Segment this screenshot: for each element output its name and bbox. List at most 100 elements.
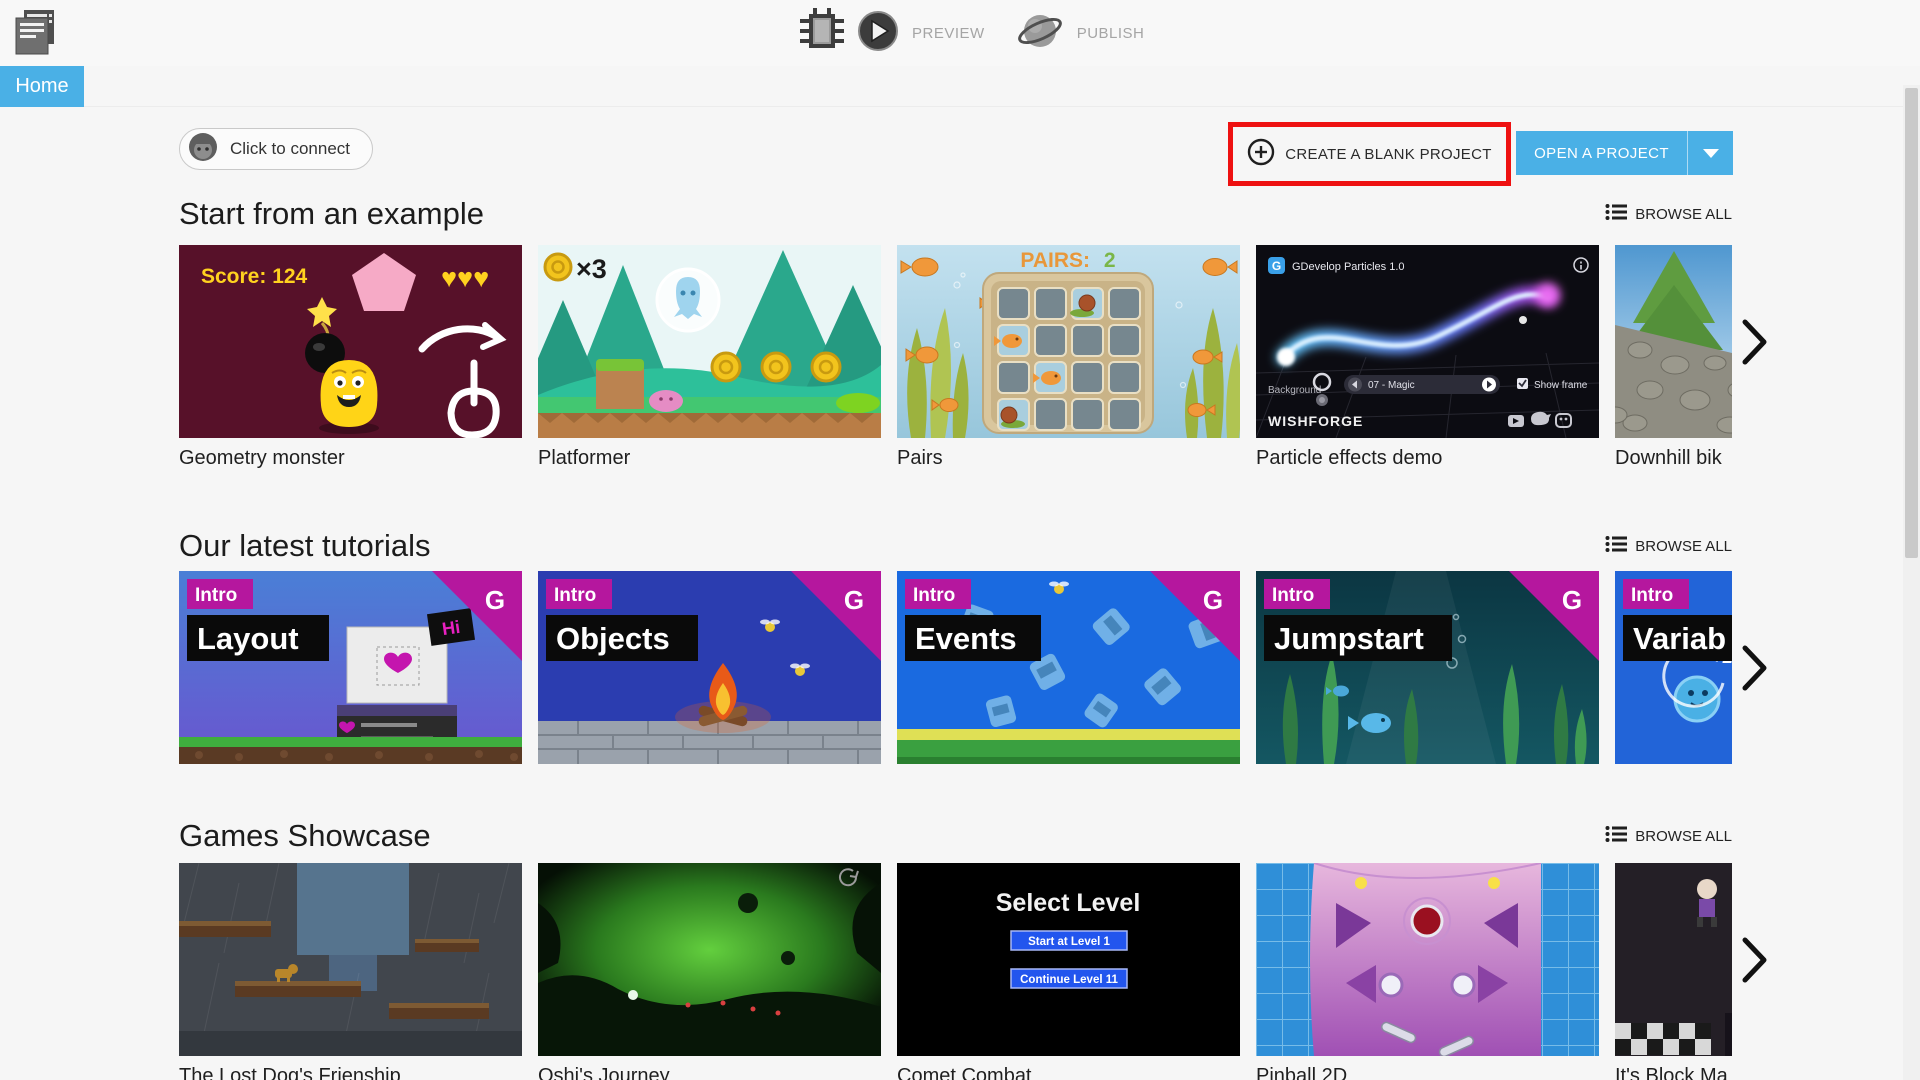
svg-text:Score: 124: Score: 124 <box>201 265 308 288</box>
examples-scroll-right-chevron[interactable] <box>1742 319 1768 370</box>
svg-text:G: G <box>1203 585 1223 615</box>
svg-text:×3: ×3 <box>576 254 607 284</box>
pairs-thumbnail: PAIRS: 2 <box>897 245 1240 438</box>
showcase-card-comet[interactable]: Select Level Start at Level 1 Continue L… <box>897 863 1240 1080</box>
svg-text:Intro: Intro <box>1631 585 1673 606</box>
preview-play-icon[interactable] <box>858 10 898 56</box>
publish-planet-icon[interactable] <box>1017 10 1063 57</box>
svg-text:Objects: Objects <box>556 621 670 656</box>
scrollbar-track[interactable] <box>1903 85 1920 1080</box>
showcase-section-header: Games Showcase BROWSE ALL <box>179 818 1732 854</box>
showcase-card-oshi[interactable]: Oshi's Journey <box>538 863 881 1080</box>
svg-text:GDevelop Particles 1.0: GDevelop Particles 1.0 <box>1292 261 1405 273</box>
examples-title: Start from an example <box>179 196 484 231</box>
tutorial-card-objects[interactable]: G Intro Objects <box>538 571 881 764</box>
main-toolbar: PREVIEW PUBLISH <box>800 0 1162 66</box>
list-icon <box>1605 535 1628 557</box>
card-title: Particle effects demo <box>1256 447 1443 469</box>
examples-browse-all[interactable]: BROWSE ALL <box>1605 203 1732 225</box>
tutorial-layout-thumbnail: Hi G Intro Layout <box>179 571 522 764</box>
tutorial-events-thumbnail: G Intro Events <box>897 571 1240 764</box>
svg-text:07 - Magic: 07 - Magic <box>1368 380 1415 391</box>
tutorials-scroll-right-chevron[interactable] <box>1742 645 1768 696</box>
create-blank-project-button[interactable]: CREATE A BLANK PROJECT <box>1247 138 1491 170</box>
showcase-card-lost-dog[interactable]: The Lost Dog's Frienship <box>179 863 522 1080</box>
example-card-platformer[interactable]: ×3 Platformer <box>538 245 881 470</box>
preview-label[interactable]: PREVIEW <box>912 25 985 42</box>
browse-all-label: BROWSE ALL <box>1635 827 1732 845</box>
card-title: It's Block Ma <box>1615 1065 1728 1080</box>
svg-text:Intro: Intro <box>913 585 955 606</box>
svg-text:WISHFORGE: WISHFORGE <box>1268 413 1363 429</box>
showcase-card-strip: The Lost Dog's Frienship Oshi's Journey … <box>179 863 1732 1080</box>
svg-text:Continue Level 11: Continue Level 11 <box>1020 974 1118 986</box>
tutorial-objects-thumbnail: G Intro Objects <box>538 571 881 764</box>
connect-button[interactable]: Click to connect <box>179 128 373 170</box>
plus-circle-icon <box>1247 138 1275 170</box>
showcase-browse-all[interactable]: BROWSE ALL <box>1605 825 1732 847</box>
card-title: Pinball 2D <box>1256 1065 1348 1080</box>
showcase-scroll-right-chevron[interactable] <box>1742 937 1768 988</box>
tutorial-card-jumpstart[interactable]: G Intro Jumpstart <box>1256 571 1599 764</box>
svg-text:Layout: Layout <box>197 621 299 656</box>
scrollbar-thumb[interactable] <box>1905 88 1918 558</box>
debug-icon[interactable] <box>800 7 844 59</box>
card-title: Downhill bik <box>1615 447 1722 469</box>
app-header: PREVIEW PUBLISH <box>0 0 1920 66</box>
card-title: The Lost Dog's Frienship <box>179 1065 401 1080</box>
showcase-card-pinball[interactable]: Pinball 2D <box>1256 863 1599 1080</box>
create-blank-label: CREATE A BLANK PROJECT <box>1285 145 1492 163</box>
svg-text:Start at Level 1: Start at Level 1 <box>1028 936 1110 948</box>
tab-home[interactable]: Home <box>0 66 84 107</box>
svg-text:Select Level: Select Level <box>996 889 1141 917</box>
examples-section-header: Start from an example BROWSE ALL <box>179 196 1732 232</box>
tutorial-variables-thumbnail: +1 G Intro Variab <box>1615 571 1732 764</box>
showcase-title: Games Showcase <box>179 818 431 853</box>
open-project-dropdown[interactable] <box>1687 131 1733 175</box>
card-title: Geometry monster <box>179 447 345 469</box>
platformer-thumbnail: ×3 <box>538 245 881 438</box>
tutorial-card-layout[interactable]: Hi G Intro Layout <box>179 571 522 764</box>
svg-text:Jumpstart: Jumpstart <box>1274 621 1424 656</box>
example-card-particle-effects[interactable]: G GDevelop Particles 1.0 Background 07 -… <box>1256 245 1599 470</box>
card-title: Platformer <box>538 447 631 469</box>
tab-bar: Home <box>0 66 1920 107</box>
example-card-downhill[interactable]: G Downhill bik <box>1615 245 1732 470</box>
project-manager-icon[interactable] <box>12 8 58 56</box>
svg-text:Events: Events <box>915 621 1017 656</box>
svg-text:G: G <box>485 585 505 615</box>
open-project-button[interactable]: OPEN A PROJECT <box>1516 131 1733 175</box>
tutorial-card-variables[interactable]: +1 G Intro Variab <box>1615 571 1732 764</box>
chevron-down-icon <box>1702 148 1719 158</box>
card-title: Comet Combat <box>897 1065 1032 1080</box>
blockman-thumbnail: BLOCKS <box>1615 863 1732 1056</box>
oshi-thumbnail <box>538 863 881 1056</box>
svg-text:G: G <box>844 585 864 615</box>
card-title: Pairs <box>897 447 943 469</box>
tutorials-browse-all[interactable]: BROWSE ALL <box>1605 535 1732 557</box>
list-icon <box>1605 825 1628 847</box>
showcase-card-blockman[interactable]: BLOCKS It's Block Ma <box>1615 863 1732 1080</box>
highlight-red-box: CREATE A BLANK PROJECT <box>1228 122 1511 186</box>
particles-thumbnail: G GDevelop Particles 1.0 Background 07 -… <box>1256 245 1599 438</box>
browse-all-label: BROWSE ALL <box>1635 205 1732 223</box>
geometry-monster-thumbnail: Score: 124 ♥♥♥ <box>179 245 522 438</box>
tutorial-card-events[interactable]: G Intro Events <box>897 571 1240 764</box>
example-card-geometry-monster[interactable]: Score: 124 ♥♥♥ Geometry monster <box>179 245 522 470</box>
tutorials-section-header: Our latest tutorials BROWSE ALL <box>179 528 1732 564</box>
svg-text:Hi: Hi <box>441 617 462 639</box>
svg-text:Background: Background <box>1268 385 1321 396</box>
tutorials-title: Our latest tutorials <box>179 528 431 563</box>
lost-dog-thumbnail <box>179 863 522 1056</box>
pinball-thumbnail <box>1256 863 1599 1056</box>
list-icon <box>1605 203 1628 225</box>
examples-card-strip: Score: 124 ♥♥♥ Geometry monster ×3 Platf… <box>179 245 1732 470</box>
svg-text:♥♥♥: ♥♥♥ <box>441 263 489 293</box>
publish-label[interactable]: PUBLISH <box>1077 25 1145 42</box>
browse-all-label: BROWSE ALL <box>1635 537 1732 555</box>
svg-text:Intro: Intro <box>554 585 596 606</box>
open-project-label[interactable]: OPEN A PROJECT <box>1516 131 1687 175</box>
avatar-icon <box>188 132 218 167</box>
example-card-pairs[interactable]: PAIRS: 2 Pairs <box>897 245 1240 470</box>
downhill-thumbnail: G <box>1615 245 1732 438</box>
